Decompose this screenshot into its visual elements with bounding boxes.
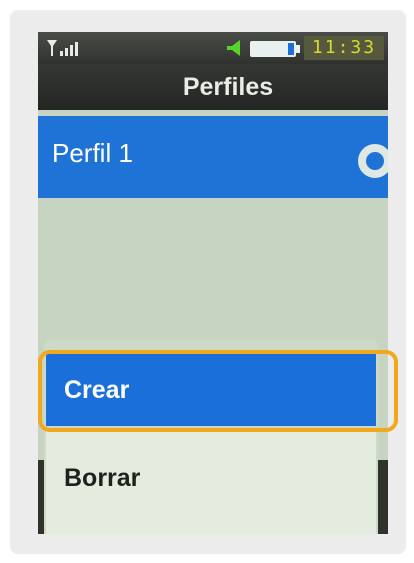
page-title: Perfiles <box>182 73 274 101</box>
signal-icon <box>47 40 78 56</box>
speaker-icon <box>227 40 240 56</box>
profile-label: Perfil 1 <box>52 138 133 168</box>
clock: 11:33 <box>304 36 384 60</box>
title-bar: Perfiles <box>38 64 388 110</box>
menu-item-borrar[interactable]: Borrar <box>46 430 376 534</box>
phone-screen: 11:33 Perfiles Perfil 1 Crear Borrar <box>38 32 388 534</box>
radio-selected-icon[interactable] <box>358 144 388 178</box>
battery-level <box>288 43 294 55</box>
menu-item-label: Borrar <box>64 464 141 492</box>
highlight-outline <box>38 350 398 432</box>
battery-icon <box>250 41 300 57</box>
status-bar: 11:33 <box>38 32 388 64</box>
profile-item-perfil-1[interactable]: Perfil 1 <box>38 116 388 198</box>
